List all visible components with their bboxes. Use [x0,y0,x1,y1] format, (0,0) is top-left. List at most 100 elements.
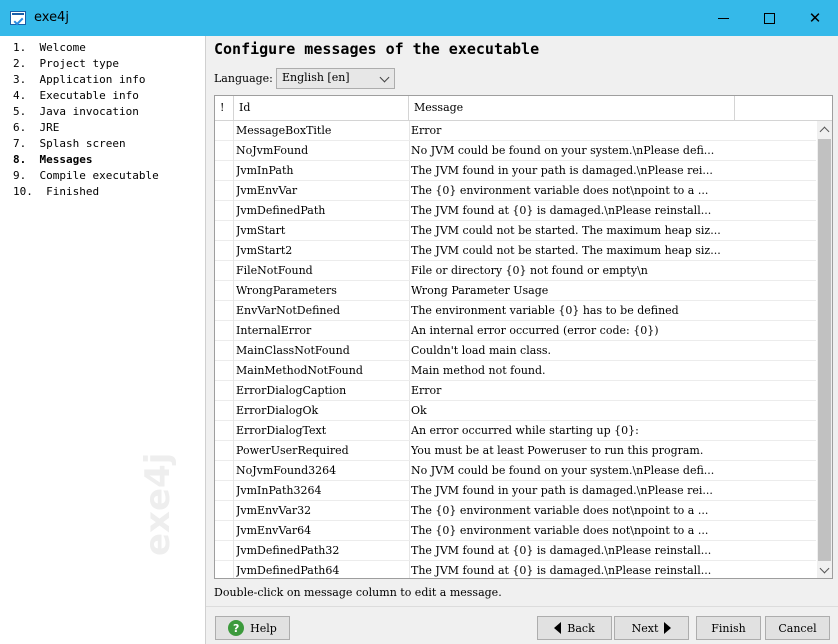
message-text-cell[interactable]: The JVM found in your path is damaged.\n… [411,161,731,181]
wizard-step[interactable]: 5. Java invocation [13,104,205,120]
message-id-cell: JvmStart [236,224,286,237]
wizard-step[interactable]: 7. Splash screen [13,136,205,152]
message-text-cell[interactable]: No JVM could be found on your system.\nP… [411,141,731,161]
message-text-cell[interactable]: Error [411,121,731,141]
wizard-step[interactable]: 1. Welcome [13,40,205,56]
message-id-cell: PowerUserRequired [236,444,349,457]
wizard-step[interactable]: 3. Application info [13,72,205,88]
table-row[interactable]: ErrorDialogText An error occurred while s… [215,421,816,441]
table-row[interactable]: JvmDefinedPath32 The JVM found at {0} is … [215,541,816,561]
wizard-step[interactable]: 6. JRE [13,120,205,136]
message-id-cell: MainMethodNotFound [236,364,363,377]
column-header-message[interactable]: Message [409,96,735,120]
row-flag-cell [215,501,234,521]
row-flag-cell [215,421,234,441]
message-text-cell[interactable]: Error [411,381,731,401]
row-flag-cell [215,481,234,501]
vertical-scrollbar[interactable] [817,121,832,578]
help-icon: ? [228,620,245,636]
finish-button[interactable]: Finish [696,616,761,640]
wizard-step[interactable]: 8. Messages [13,152,205,168]
table-row[interactable]: WrongParameters Wrong Parameter Usage [215,281,816,301]
row-flag-cell [215,261,234,281]
finish-button-label: Finish [711,621,746,635]
table-row[interactable]: ErrorDialogOk Ok [215,401,816,421]
table-row[interactable]: InternalError An internal error occurred … [215,321,816,341]
message-text-cell[interactable]: The JVM found at {0} is damaged.\nPlease… [411,541,731,561]
message-text-cell[interactable]: The JVM found in your path is damaged.\n… [411,481,731,501]
table-row[interactable]: MessageBoxTitle Error [215,121,816,141]
table-row[interactable]: JvmInPath The JVM found in your path is d… [215,161,816,181]
message-id-cell: ErrorDialogOk [236,404,319,417]
table-row[interactable]: JvmEnvVar64 The {0} environment variable … [215,521,816,541]
minimize-icon [717,17,729,19]
table-row[interactable]: JvmStart The JVM could not be started. Th… [215,221,816,241]
table-row[interactable]: JvmEnvVar The {0} environment variable do… [215,181,816,201]
row-flag-cell [215,401,234,421]
row-flag-cell [215,461,234,481]
message-text-cell[interactable]: The environment variable {0} has to be d… [411,301,731,321]
maximize-button[interactable] [746,0,792,36]
message-text-cell[interactable]: An internal error occurred (error code: … [411,321,731,341]
table-body: MessageBoxTitle Error NoJvmFound No JVM cou… [215,121,816,578]
messages-table: ! Id Message MessageBoxTitle Error NoJvmFo… [214,95,833,579]
wizard-step[interactable]: 10. Finished [13,184,205,200]
table-row[interactable]: JvmDefinedPath The JVM found at {0} is da… [215,201,816,221]
message-text-cell[interactable]: No JVM could be found on your system.\nP… [411,461,731,481]
back-button[interactable]: Back [537,616,612,640]
message-text-cell[interactable]: Couldn't load main class. [411,341,731,361]
column-header-bang[interactable]: ! [215,96,234,120]
table-row[interactable]: MainMethodNotFound Main method not found. [215,361,816,381]
next-button[interactable]: Next [614,616,689,640]
table-row[interactable]: JvmInPath3264 The JVM found in your path … [215,481,816,501]
cancel-button[interactable]: Cancel [765,616,830,640]
message-text-cell[interactable]: Wrong Parameter Usage [411,281,731,301]
table-row[interactable]: NoJvmFound3264 No JVM could be found on y… [215,461,816,481]
message-id-cell: EnvVarNotDefined [236,304,341,317]
message-text-cell[interactable]: The JVM found at {0} is damaged.\nPlease… [411,201,731,221]
table-row[interactable]: PowerUserRequired You must be at least Po… [215,441,816,461]
row-flag-cell [215,441,234,461]
row-flag-cell [215,381,234,401]
wizard-step[interactable]: 2. Project type [13,56,205,72]
message-text-cell[interactable]: Main method not found. [411,361,731,381]
scroll-down-icon[interactable] [817,562,832,578]
next-button-label: Next [631,621,659,635]
table-row[interactable]: JvmEnvVar32 The {0} environment variable … [215,501,816,521]
message-text-cell[interactable]: Ok [411,401,731,421]
scrollbar-thumb[interactable] [818,139,831,561]
message-text-cell[interactable]: You must be at least Poweruser to run th… [411,441,731,461]
minimize-button[interactable] [700,0,746,36]
row-flag-cell [215,141,234,161]
table-row[interactable]: NoJvmFound No JVM could be found on your … [215,141,816,161]
message-text-cell[interactable]: The {0} environment variable does not\np… [411,181,731,201]
table-row[interactable]: EnvVarNotDefined The environment variable… [215,301,816,321]
message-text-cell[interactable]: The {0} environment variable does not\np… [411,521,731,541]
language-select[interactable]: English [en] [276,68,395,89]
row-flag-cell [215,241,234,261]
table-row[interactable]: JvmDefinedPath64 The JVM found at {0} is … [215,561,816,578]
table-row[interactable]: MainClassNotFound Couldn't load main clas… [215,341,816,361]
table-row[interactable]: FileNotFound File or directory {0} not fo… [215,261,816,281]
message-text-cell[interactable]: File or directory {0} not found or empty… [411,261,731,281]
maximize-icon [763,12,775,24]
message-text-cell[interactable]: The JVM found at {0} is damaged.\nPlease… [411,561,731,578]
message-text-cell[interactable]: An error occurred while starting up {0}: [411,421,731,441]
table-row[interactable]: ErrorDialogCaption Error [215,381,816,401]
scroll-up-icon[interactable] [817,121,832,138]
message-text-cell[interactable]: The JVM could not be started. The maximu… [411,221,731,241]
message-text-cell[interactable]: The {0} environment variable does not\np… [411,501,731,521]
cancel-button-label: Cancel [778,621,817,635]
message-id-cell: JvmStart2 [236,244,293,257]
wizard-step[interactable]: 9. Compile executable [13,168,205,184]
message-text-cell[interactable]: The JVM could not be started. The maximu… [411,241,731,261]
row-flag-cell [215,221,234,241]
column-header-id[interactable]: Id [234,96,409,120]
row-flag-cell [215,561,234,578]
table-header: ! Id Message [215,96,832,121]
wizard-step[interactable]: 4. Executable info [13,88,205,104]
help-button[interactable]: ? Help [215,616,290,640]
table-row[interactable]: JvmStart2 The JVM could not be started. T… [215,241,816,261]
close-button[interactable]: ✕ [792,0,838,36]
row-flag-cell [215,281,234,301]
